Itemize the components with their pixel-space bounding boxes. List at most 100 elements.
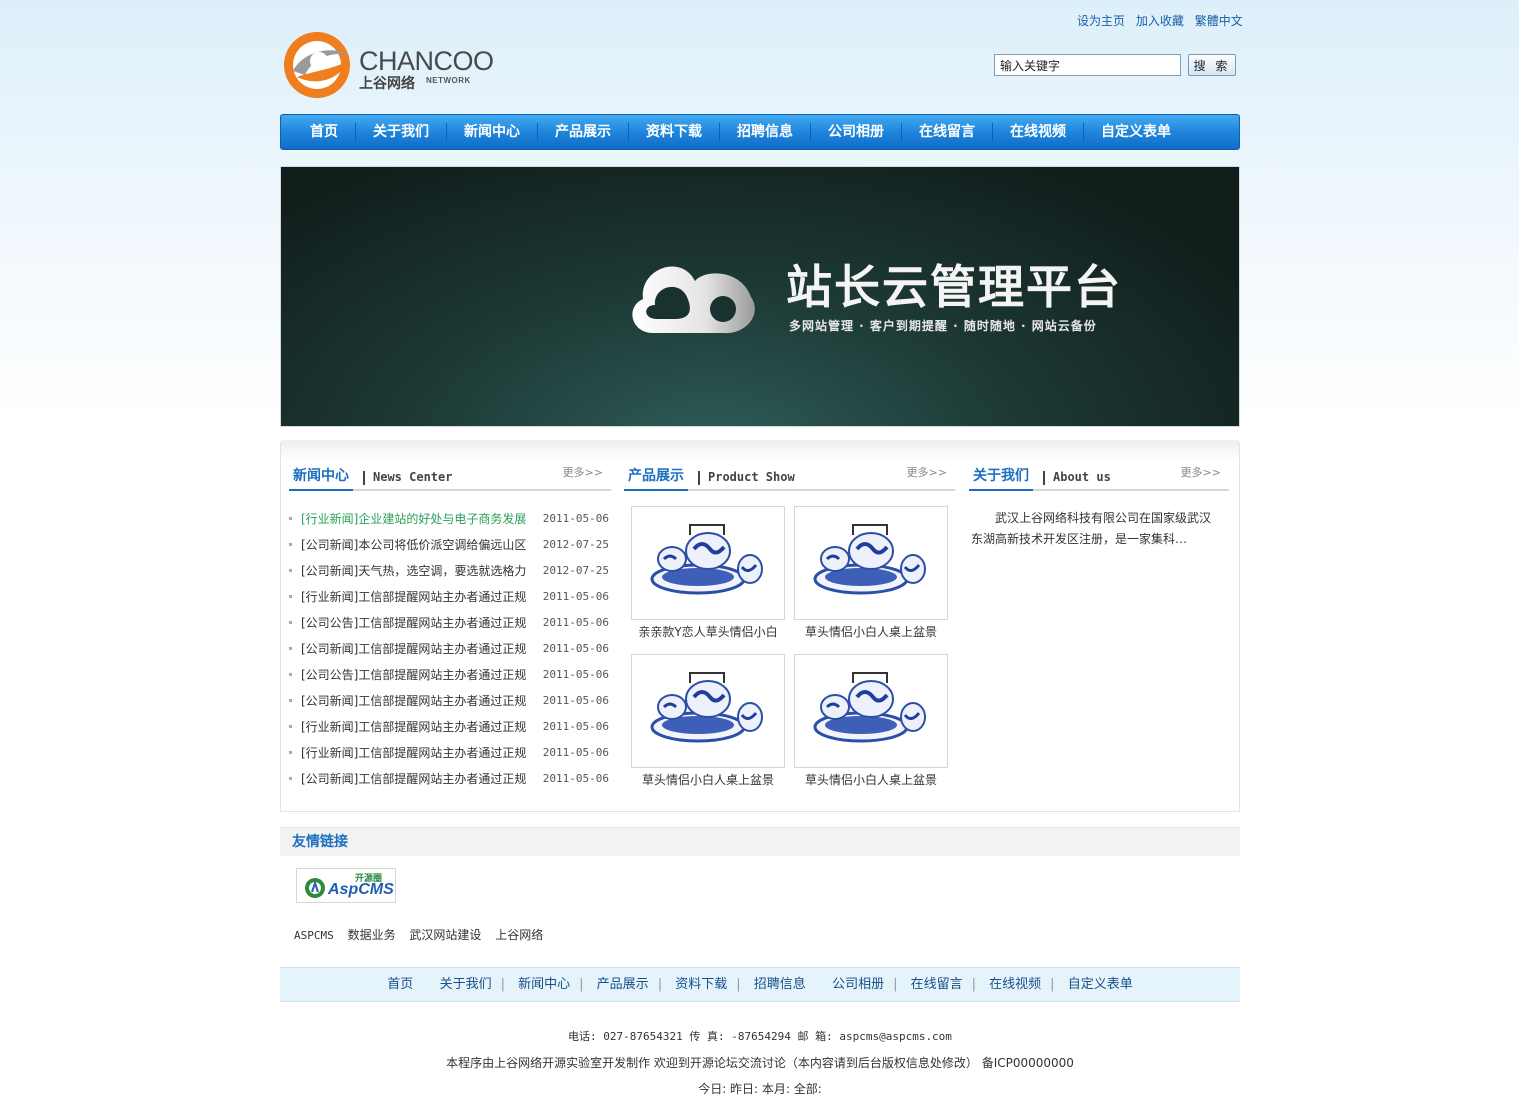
aspcms-name: AspCMS: [328, 881, 394, 898]
product-caption[interactable]: 草头情侣小白人桌上盆景: [794, 623, 948, 640]
product-card[interactable]: 草头情侣小白人桌上盆景: [794, 506, 948, 640]
bullet-icon: [289, 751, 292, 754]
bullet-icon: [289, 725, 292, 728]
site-logo[interactable]: CHANCOO 上谷网络 NETWORK: [283, 31, 494, 99]
friend-link-shanggu[interactable]: 上谷网络: [495, 928, 543, 942]
search-button[interactable]: 搜 索: [1188, 54, 1236, 76]
bullet-icon: [289, 569, 292, 572]
list-item[interactable]: [行业新闻]工信部提醒网站主办者通过正规 2011-05-06: [289, 586, 613, 612]
search-input[interactable]: [994, 54, 1181, 76]
product-card[interactable]: 亲亲款Y恋人草头情侣小白: [631, 506, 785, 640]
nav-custom-form[interactable]: 自定义表单: [1084, 114, 1188, 150]
friend-links-header: 友情链接: [280, 827, 1240, 856]
header-divider: [698, 471, 700, 485]
hero-banner[interactable]: 站长云管理平台 多网站管理 · 客户到期提醒 · 随时随地 · 网站云备份: [280, 166, 1240, 427]
footer-nav-products[interactable]: 产品展示: [597, 977, 649, 992]
product-caption[interactable]: 草头情侣小白人桌上盆景: [794, 771, 948, 788]
nav-video[interactable]: 在线视频: [993, 114, 1083, 150]
footer-nav-message[interactable]: 在线留言: [911, 977, 963, 992]
news-title-en: News Center: [373, 470, 453, 484]
banner-subtitle: 多网站管理 · 客户到期提醒 · 随时随地 · 网站云备份: [789, 319, 1097, 333]
list-item[interactable]: [公司新闻]工信部提醒网站主办者通过正规 2011-05-06: [289, 638, 613, 664]
product-image[interactable]: [794, 506, 948, 620]
nav-message[interactable]: 在线留言: [902, 114, 992, 150]
list-item[interactable]: [行业新闻]工信部提醒网站主办者通过正规 2011-05-06: [289, 742, 613, 768]
footer-nav-album[interactable]: 公司相册: [832, 977, 884, 992]
bullet-icon: [289, 621, 292, 624]
banner-title: 站长云管理平台: [786, 260, 1122, 314]
about-summary: 武汉上谷网络科技有限公司在国家级武汉东湖高新技术开发区注册，是一家集科…: [971, 511, 1212, 546]
footer-nav-downloads[interactable]: 资料下载: [675, 977, 727, 992]
friend-link-wuhan[interactable]: 武汉网站建设: [409, 928, 481, 942]
products-more-link[interactable]: 更多>>: [907, 464, 947, 480]
about-title-en: About us: [1053, 470, 1111, 484]
footer-stats: 今日: 昨日: 本月: 全部:: [698, 1082, 822, 1096]
list-item[interactable]: [公司公告]工信部提醒网站主办者通过正规 2011-05-06: [289, 612, 613, 638]
bullet-icon: [289, 673, 292, 676]
products-title-en: Product Show: [708, 470, 795, 484]
news-more-link[interactable]: 更多>>: [563, 464, 603, 480]
footer-nav-video[interactable]: 在线视频: [989, 977, 1041, 992]
nav-downloads[interactable]: 资料下载: [629, 114, 719, 150]
nav-about[interactable]: 关于我们: [356, 114, 446, 150]
bullet-icon: [289, 647, 292, 650]
footer-nav-news[interactable]: 新闻中心: [518, 977, 570, 992]
footer-contact: 电话: 027-87654321 传 真: -87654294 邮 箱: asp…: [568, 1030, 952, 1043]
porcelain-teaset-icon: [650, 672, 763, 743]
main-nav: 首页 关于我们 新闻中心 产品展示 资料下载 招聘信息 公司相册 在线留言 在线…: [280, 114, 1240, 150]
footer-copyright: 本程序由上谷网络开源实验室开发制作 欢迎到开源论坛交流讨论（本内容请到后台版权信…: [446, 1056, 1074, 1070]
product-caption[interactable]: 亲亲款Y恋人草头情侣小白: [631, 623, 785, 640]
list-item[interactable]: [公司新闻]天气热，选空调，要选就选格力 2012-07-25: [289, 560, 613, 586]
product-card[interactable]: 草头情侣小白人桌上盆景: [794, 654, 948, 788]
logo-brand-en: CHANCOO: [359, 46, 494, 76]
friend-link-data[interactable]: 数据业务: [348, 928, 396, 942]
list-item[interactable]: [公司新闻]工信部提醒网站主办者通过正规 2011-05-06: [289, 768, 613, 794]
list-item[interactable]: [行业新闻]工信部提醒网站主办者通过正规 2011-05-06: [289, 716, 613, 742]
product-image[interactable]: [794, 654, 948, 768]
product-image[interactable]: [631, 654, 785, 768]
logo-network-text: NETWORK: [426, 76, 471, 85]
aspcms-logo-link[interactable]: 开源圈 AspCMS: [296, 868, 396, 903]
about-header: 关于我们 About us 更多>>: [969, 464, 1229, 491]
product-caption[interactable]: 草头情侣小白人桌上盆景: [631, 771, 785, 788]
bullet-icon: [289, 595, 292, 598]
product-image[interactable]: [631, 506, 785, 620]
bullet-icon: [289, 517, 292, 520]
friend-link-aspcms[interactable]: ASPCMS: [294, 929, 334, 942]
nav-jobs[interactable]: 招聘信息: [720, 114, 810, 150]
footer-nav: 首页 关于我们 | 新闻中心 | 产品展示 | 资料下载 | 招聘信息 公司相册 | 在线…: [280, 967, 1240, 1002]
porcelain-teaset-icon: [650, 524, 763, 595]
products-header: 产品展示 Product Show 更多>>: [624, 464, 955, 491]
about-more-link[interactable]: 更多>>: [1181, 464, 1221, 480]
content-panel: 新闻中心 News Center 更多>> [行业新闻]企业建站的好处与电子商务…: [280, 440, 1240, 812]
product-card[interactable]: 草头情侣小白人桌上盆景: [631, 654, 785, 788]
list-item[interactable]: [公司公告]工信部提醒网站主办者通过正规 2011-05-06: [289, 664, 613, 690]
list-item[interactable]: [公司新闻]本公司将低价派空调给偏远山区 2012-07-25: [289, 534, 613, 560]
footer-nav-jobs[interactable]: 招聘信息: [754, 977, 806, 992]
list-item[interactable]: [公司新闻]工信部提醒网站主办者通过正规 2011-05-06: [289, 690, 613, 716]
nav-album[interactable]: 公司相册: [811, 114, 901, 150]
news-list: [行业新闻]企业建站的好处与电子商务发展 2011-05-06 [公司新闻]本公司…: [289, 508, 613, 794]
header-divider: [1043, 471, 1045, 485]
bullet-icon: [289, 543, 292, 546]
nav-home[interactable]: 首页: [293, 114, 355, 150]
list-item[interactable]: [行业新闻]企业建站的好处与电子商务发展 2011-05-06: [289, 508, 613, 534]
porcelain-teaset-icon: [813, 524, 926, 595]
top-links: 设为主页 加入收藏 繁體中文: [1077, 12, 1250, 29]
news-title: 新闻中心: [289, 466, 353, 491]
header-divider: [363, 471, 365, 485]
cloud-icon: [632, 266, 755, 334]
porcelain-teaset-icon: [813, 672, 926, 743]
bullet-icon: [289, 777, 292, 780]
set-homepage-link[interactable]: 设为主页: [1077, 14, 1125, 28]
bullet-icon: [289, 699, 292, 702]
about-title: 关于我们: [969, 466, 1033, 491]
traditional-chinese-link[interactable]: 繁體中文: [1195, 14, 1243, 28]
footer-nav-custom-form[interactable]: 自定义表单: [1068, 977, 1133, 992]
footer-nav-home[interactable]: 首页: [387, 977, 413, 992]
nav-products[interactable]: 产品展示: [538, 114, 628, 150]
add-favorite-link[interactable]: 加入收藏: [1136, 14, 1184, 28]
footer-nav-about[interactable]: 关于我们: [440, 977, 492, 992]
nav-news[interactable]: 新闻中心: [447, 114, 537, 150]
friend-text-links: ASPCMS 数据业务 武汉网站建设 上谷网络: [294, 926, 553, 943]
